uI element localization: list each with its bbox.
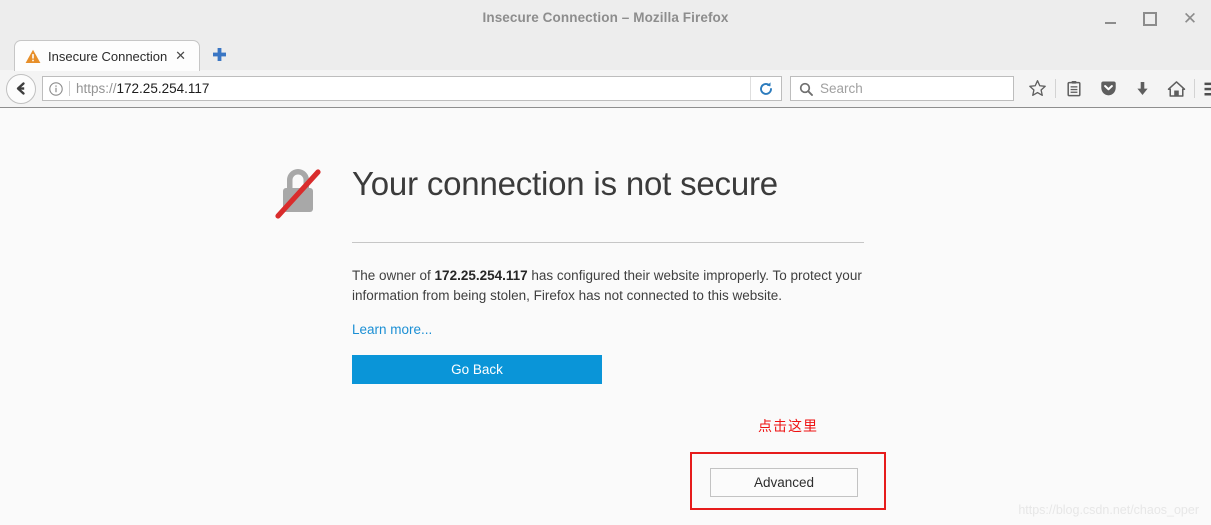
back-button[interactable]: [6, 73, 36, 104]
error-header: Your connection is not secure: [272, 158, 892, 220]
url-separator: [69, 81, 70, 96]
pocket-button[interactable]: [1091, 75, 1125, 103]
annotation-text: 点击这里: [758, 419, 818, 435]
page-title: Your connection is not secure: [352, 165, 778, 202]
tab-label: Insecure Connection: [48, 48, 168, 64]
button-row: Go Back: [352, 355, 892, 384]
bookmark-star-icon: [1028, 80, 1046, 97]
toolbar-icons: [1020, 75, 1211, 103]
url-host: 172.25.254.117: [116, 81, 210, 96]
reload-button[interactable]: [750, 77, 781, 100]
search-icon: [799, 82, 813, 96]
url-text: https://172.25.254.117: [76, 81, 750, 96]
watermark: https://blog.csdn.net/chaos_oper: [1018, 503, 1199, 517]
back-arrow-icon: [16, 82, 25, 95]
warning-triangle-icon: [25, 49, 41, 63]
search-placeholder: Search: [820, 81, 863, 96]
plus-icon: [212, 47, 226, 61]
error-description-part1: The owner of: [352, 268, 435, 283]
title-bar: Insecure Connection – Mozilla Firefox ✕: [0, 0, 1211, 38]
downloads-icon: [1136, 81, 1148, 95]
window-title: Insecure Connection – Mozilla Firefox: [482, 10, 729, 25]
identity-box[interactable]: [43, 81, 69, 96]
browser-window: Insecure Connection – Mozilla Firefox ✕ …: [0, 0, 1211, 525]
url-scheme: https://: [76, 81, 117, 96]
home-icon: [1167, 80, 1185, 97]
close-icon: ✕: [1182, 8, 1198, 29]
bookmark-star-button[interactable]: [1020, 75, 1054, 103]
minimize-icon: [1104, 22, 1116, 24]
broken-lock-icon: [275, 169, 321, 219]
home-button[interactable]: [1159, 75, 1193, 103]
search-input[interactable]: Search: [790, 76, 1014, 101]
pocket-icon: [1100, 81, 1116, 96]
toolbar-divider: [1055, 79, 1056, 98]
tab-strip: Insecure Connection ✕: [0, 38, 1211, 71]
learn-more-link[interactable]: Learn more...: [352, 322, 432, 337]
close-window-button[interactable]: ✕: [1177, 8, 1203, 30]
go-back-button[interactable]: Go Back: [352, 355, 602, 384]
page-content: Your connection is not secure The owner …: [0, 108, 1211, 525]
minimize-button[interactable]: [1097, 8, 1123, 30]
reader-list-icon: [1067, 80, 1081, 96]
downloads-button[interactable]: [1125, 75, 1159, 103]
title-divider: [352, 242, 864, 243]
info-icon: [49, 81, 63, 96]
new-tab-button[interactable]: [206, 40, 232, 68]
tab-close-button[interactable]: ✕: [170, 50, 191, 63]
toolbar-divider-2: [1194, 79, 1195, 98]
maximize-icon: [1143, 12, 1157, 26]
url-bar[interactable]: https://172.25.254.117: [42, 76, 782, 101]
navigation-toolbar: https://172.25.254.117 Search: [0, 70, 1211, 108]
reader-list-button[interactable]: [1057, 75, 1091, 103]
maximize-button[interactable]: [1137, 8, 1163, 30]
advanced-button[interactable]: Advanced: [710, 468, 858, 497]
menu-hamburger-icon: [1204, 82, 1211, 95]
reload-icon: [760, 81, 772, 95]
error-page: Your connection is not secure The owner …: [272, 158, 892, 384]
menu-button[interactable]: [1196, 75, 1211, 103]
tab-insecure-connection[interactable]: Insecure Connection ✕: [14, 40, 200, 71]
error-host: 172.25.254.117: [434, 268, 528, 283]
error-description: The owner of 172.25.254.117 has configur…: [352, 266, 862, 306]
window-controls: ✕: [1097, 8, 1203, 30]
